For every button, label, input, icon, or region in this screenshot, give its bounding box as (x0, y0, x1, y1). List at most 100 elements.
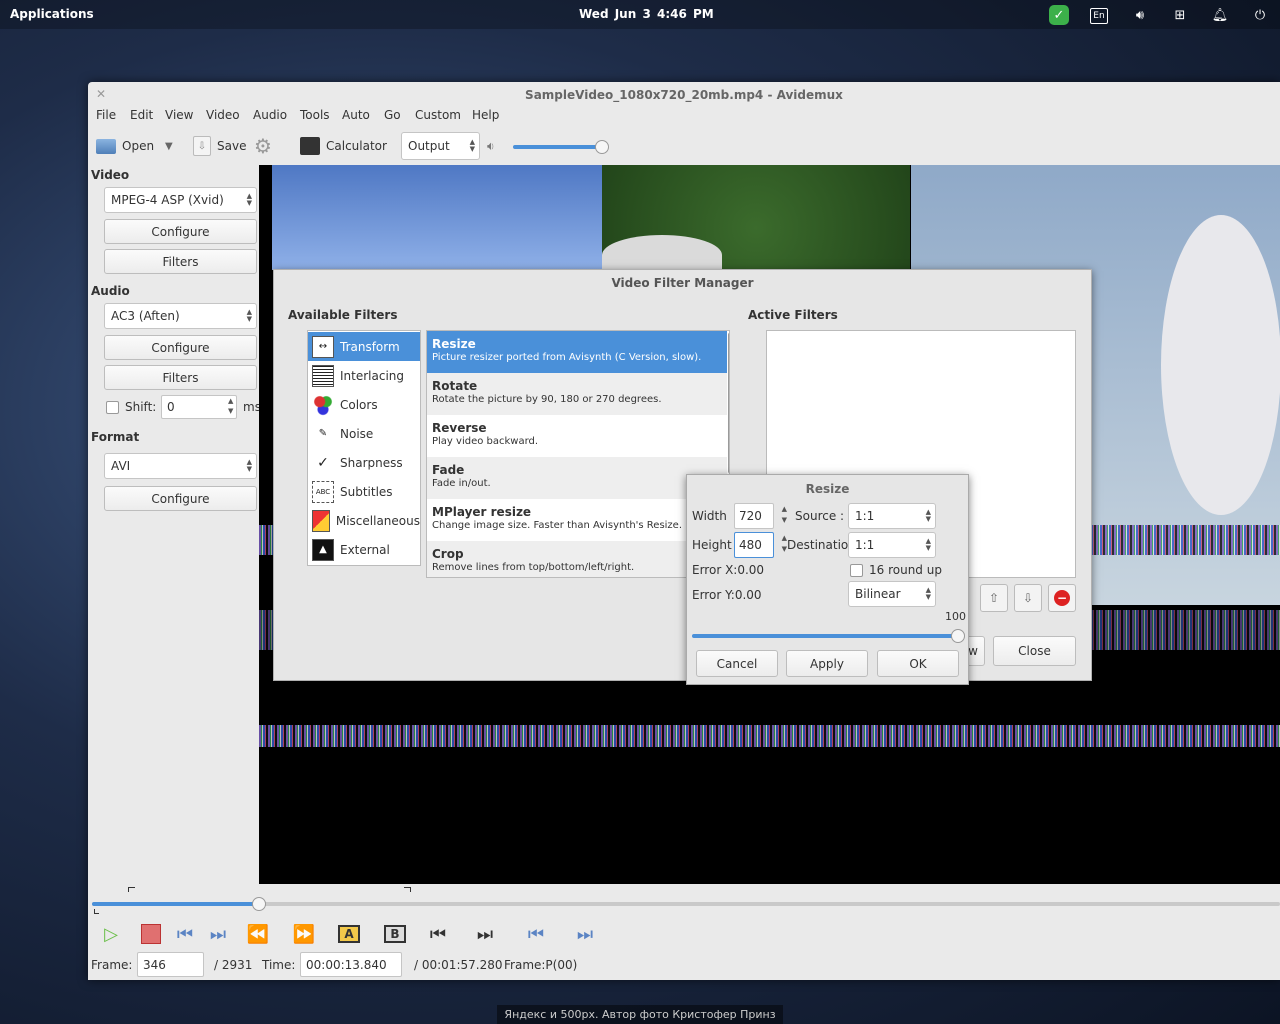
round-up-checkbox[interactable] (850, 564, 863, 577)
time-total: / 00:01:57.280 (414, 958, 503, 972)
move-down-icon[interactable]: ⇩ (1014, 584, 1042, 612)
timeline-handle[interactable] (252, 897, 266, 911)
format-configure-button[interactable]: Configure (104, 486, 257, 511)
stop-icon[interactable] (136, 921, 166, 947)
filter-description: Fade in/out. (432, 478, 491, 489)
category-subtitles[interactable]: ABC Subtitles (308, 477, 420, 506)
filter-resize[interactable]: Resize Picture resizer ported from Avisyn… (427, 331, 727, 373)
volume-icon[interactable]: 🔊︎ (1130, 5, 1150, 25)
next-frame-icon[interactable]: ⏭ (203, 921, 233, 947)
menu-view[interactable]: View (165, 108, 193, 122)
video-codec-select[interactable]: MPEG-4 ASP (Xvid) ▲ ▼ (104, 187, 257, 213)
timeline-track[interactable] (92, 902, 1280, 906)
menu-go[interactable]: Go (384, 108, 401, 122)
height-input[interactable]: 480 ▲ ▼ (734, 532, 787, 558)
category-label: Transform (340, 339, 400, 354)
frame-label: Frame: (91, 958, 133, 972)
close-button[interactable]: Close (993, 636, 1076, 666)
set-marker-a-icon[interactable]: A (334, 921, 364, 947)
category-transform[interactable]: ↔ Transform (308, 332, 420, 361)
frame-input[interactable]: 346 (137, 952, 204, 977)
category-noise[interactable]: ✎ Noise (308, 419, 420, 448)
go-to-marker-a-icon[interactable]: ⏮ (423, 921, 453, 947)
filter-fade[interactable]: Fade Fade in/out. (427, 457, 727, 499)
clock[interactable]: Wed Jun 3 4:46 PM (579, 7, 714, 21)
network-icon[interactable]: ⊞ (1170, 5, 1190, 25)
source-ratio-select[interactable]: 1:1 ▲ ▼ (848, 503, 936, 529)
gear-icon[interactable]: ⚙ (254, 134, 272, 158)
check-icon[interactable]: ✓ (1049, 5, 1069, 25)
volume-slider[interactable] (513, 145, 601, 149)
percent-slider[interactable] (692, 634, 960, 638)
sharpness-icon: ✓ (312, 451, 334, 474)
video-configure-button[interactable]: Configure (104, 219, 257, 244)
interlacing-icon (312, 364, 334, 387)
output-select[interactable]: Output ▲ ▼ (401, 132, 480, 160)
audio-filters-button[interactable]: Filters (104, 365, 257, 390)
format-select[interactable]: AVI ▲ ▼ (104, 453, 257, 479)
category-miscellaneous[interactable]: Miscellaneous (308, 506, 420, 535)
go-to-marker-b-icon[interactable]: ⏭ (470, 921, 500, 947)
menu-auto[interactable]: Auto (342, 108, 370, 122)
menu-audio[interactable]: Audio (253, 108, 287, 122)
window-close-icon[interactable]: ✕ (96, 87, 106, 101)
calculator-button[interactable]: Calculator (300, 134, 387, 158)
width-input[interactable]: 720 ▲ ▼ (734, 503, 787, 529)
menu-video[interactable]: Video (206, 108, 240, 122)
remove-filter-icon[interactable]: − (1048, 584, 1076, 612)
filter-description: Remove lines from top/bottom/left/right. (432, 562, 635, 573)
filter-name: Resize (432, 337, 476, 351)
power-icon[interactable]: ⏻ (1250, 5, 1270, 25)
fast-forward-icon[interactable]: ⏩ (289, 921, 319, 947)
open-dropdown-icon[interactable]: ▼ (165, 134, 173, 158)
save-button[interactable]: ⇩ Save (193, 134, 246, 158)
audio-configure-button[interactable]: Configure (104, 335, 257, 360)
shift-spin-arrows-icon[interactable]: ▲ ▼ (228, 396, 233, 416)
notification-bell-icon[interactable]: 🔔︎ (1210, 5, 1230, 25)
audio-codec-value: AC3 (Aften) (111, 309, 180, 323)
applications-menu[interactable]: Applications (10, 7, 94, 21)
apply-button[interactable]: Apply (786, 650, 868, 677)
spin-arrows-icon[interactable]: ▲ ▼ (782, 504, 787, 526)
audio-codec-select[interactable]: AC3 (Aften) ▲ ▼ (104, 303, 257, 329)
video-section-label: Video (91, 168, 130, 182)
volume-slider-handle[interactable] (595, 140, 609, 154)
resize-algorithm-select[interactable]: Bilinear ▲ ▼ (848, 581, 936, 607)
selection-marker-a (128, 887, 135, 892)
speaker-icon[interactable]: 🔉︎ (487, 134, 495, 158)
percent-value: 100 (945, 610, 966, 623)
filter-crop[interactable]: Crop Remove lines from top/bottom/left/ri… (427, 541, 727, 577)
ok-button[interactable]: OK (877, 650, 959, 677)
previous-frame-icon[interactable]: ⏮ (170, 921, 200, 947)
video-filters-button[interactable]: Filters (104, 249, 257, 274)
next-keyframe-icon[interactable]: ⏭ (570, 921, 600, 947)
move-up-icon[interactable]: ⇧ (980, 584, 1008, 612)
set-marker-b-icon[interactable]: B (380, 921, 410, 947)
menu-tools[interactable]: Tools (300, 108, 330, 122)
menu-file[interactable]: File (96, 108, 116, 122)
keyboard-layout-indicator[interactable]: En (1090, 8, 1108, 24)
rewind-icon[interactable]: ⏪ (243, 921, 273, 947)
play-icon[interactable]: ▷ (96, 921, 126, 947)
category-colors[interactable]: Colors (308, 390, 420, 419)
open-button[interactable]: Open (96, 134, 154, 158)
percent-slider-handle[interactable] (951, 629, 965, 643)
frame-value: 346 (143, 957, 166, 972)
menu-edit[interactable]: Edit (130, 108, 153, 122)
filter-mplayer-resize[interactable]: MPlayer resize Change image size. Faster … (427, 499, 727, 541)
time-input[interactable]: 00:00:13.840 (300, 952, 402, 977)
shift-checkbox[interactable] (106, 401, 119, 414)
shift-input[interactable]: 0 (161, 395, 237, 419)
filter-reverse[interactable]: Reverse Play video backward. (427, 415, 727, 457)
destination-ratio-select[interactable]: 1:1 ▲ ▼ (848, 532, 936, 558)
category-external[interactable]: ▲ External (308, 535, 420, 564)
category-sharpness[interactable]: ✓ Sharpness (308, 448, 420, 477)
filter-list-scrollbar[interactable] (728, 333, 729, 473)
menu-help[interactable]: Help (472, 108, 499, 122)
category-interlacing[interactable]: Interlacing (308, 361, 420, 390)
previous-keyframe-icon[interactable]: ⏮ (521, 921, 551, 947)
filter-rotate[interactable]: Rotate Rotate the picture by 90, 180 or 2… (427, 373, 727, 415)
resize-dialog: Resize Width 720 ▲ ▼ Height 480 ▲ ▼ Source… (686, 474, 969, 685)
menu-custom[interactable]: Custom (415, 108, 461, 122)
cancel-button[interactable]: Cancel (696, 650, 778, 677)
